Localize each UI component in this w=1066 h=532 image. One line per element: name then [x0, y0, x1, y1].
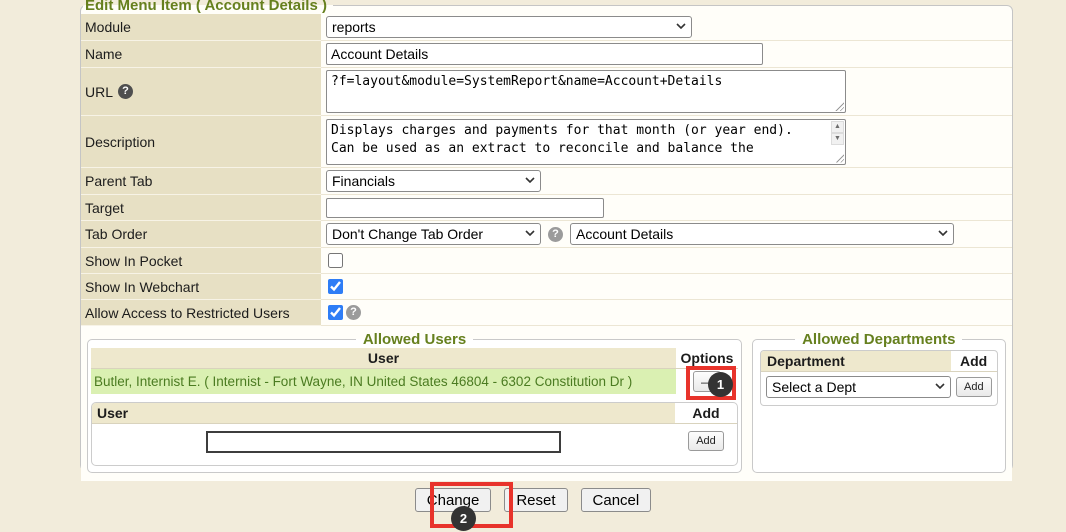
show-in-pocket-label: Show In Pocket [81, 248, 321, 274]
options-column-header: Options [676, 348, 738, 368]
change-button[interactable]: Change [415, 488, 492, 512]
description-row: Description Displays charges and payment… [81, 116, 1012, 168]
show-in-pocket-row: Show In Pocket [81, 248, 1012, 274]
allowed-user-row: Butler, Internist E. ( Internist - Fort … [91, 369, 738, 394]
show-in-webchart-label: Show In Webchart [81, 274, 321, 300]
allow-restricted-checkbox[interactable] [328, 305, 343, 320]
remove-user-button[interactable]: — [693, 371, 721, 392]
permissions-row: Allowed Users User Options Butler, Inter… [81, 326, 1012, 481]
allowed-users-legend: Allowed Users [356, 331, 473, 348]
add-department-form: Department Add Select a Dept Add [760, 350, 998, 406]
edit-menu-item-form: Edit Menu Item ( Account Details ) Modul… [80, 0, 1013, 471]
department-add-column-header: Add [951, 351, 997, 371]
target-label: Target [81, 195, 321, 221]
show-in-webchart-row: Show In Webchart [81, 274, 1012, 300]
page-title: Edit Menu Item ( Account Details ) [83, 0, 333, 14]
department-column-header: Department [761, 351, 951, 371]
add-department-button[interactable]: Add [956, 377, 992, 397]
tab-order-help-icon[interactable]: ? [548, 227, 563, 242]
description-label: Description [81, 116, 321, 168]
parent-tab-row: Parent Tab Financials [81, 168, 1012, 195]
module-row: Module reports [81, 14, 1012, 41]
name-row: Name [81, 41, 1012, 68]
description-textarea[interactable]: Displays charges and payments for that m… [326, 119, 846, 165]
add-user-button[interactable]: Add [688, 431, 724, 451]
scroll-up-icon[interactable]: ▲ [831, 121, 844, 133]
scroll-down-icon[interactable]: ▼ [831, 133, 844, 145]
action-buttons: Change Reset Cancel [0, 488, 1066, 512]
allowed-users-section: Allowed Users User Options Butler, Inter… [87, 331, 742, 473]
url-row: URL ? ?f=layout&module=SystemReport&name… [81, 68, 1012, 116]
name-input[interactable] [326, 43, 763, 65]
add-user-form: User Add Add [91, 402, 738, 466]
module-select[interactable]: reports [326, 16, 692, 38]
tab-order-row: Tab Order Don't Change Tab Order ? Accou… [81, 221, 1012, 248]
add-column-header: Add [675, 403, 737, 423]
allowed-departments-section: Allowed Departments Department Add Selec… [752, 331, 1006, 473]
target-input[interactable] [326, 198, 604, 218]
department-header: Department Add [761, 351, 997, 372]
tab-order-select[interactable]: Don't Change Tab Order [326, 223, 541, 245]
show-in-webchart-checkbox[interactable] [328, 279, 343, 294]
show-in-pocket-checkbox[interactable] [328, 253, 343, 268]
allow-restricted-label: Allow Access to Restricted Users [81, 300, 321, 326]
cancel-button[interactable]: Cancel [581, 488, 652, 512]
tab-order-item-select[interactable]: Account Details [570, 223, 954, 245]
add-user-header: User Add [92, 403, 737, 424]
module-label: Module [81, 14, 321, 41]
reset-button[interactable]: Reset [504, 488, 567, 512]
tab-order-label: Tab Order [81, 221, 321, 248]
add-user-input[interactable] [206, 431, 561, 453]
url-textarea[interactable]: ?f=layout&module=SystemReport&name=Accou… [326, 70, 846, 113]
allowed-departments-legend: Allowed Departments [795, 331, 962, 348]
allowed-user-name: Butler, Internist E. ( Internist - Fort … [91, 369, 676, 394]
add-user-column-header: User [92, 403, 675, 423]
target-row: Target [81, 195, 1012, 221]
department-select[interactable]: Select a Dept [766, 376, 951, 398]
user-column-header: User [91, 348, 676, 368]
name-label: Name [81, 41, 321, 68]
parent-tab-label: Parent Tab [81, 168, 321, 195]
page: Edit Menu Item ( Account Details ) Modul… [0, 0, 1066, 532]
url-help-icon[interactable]: ? [118, 84, 133, 99]
parent-tab-select[interactable]: Financials [326, 170, 541, 192]
allow-restricted-row: Allow Access to Restricted Users ? [81, 300, 1012, 326]
url-label: URL [85, 84, 113, 100]
allowed-users-header: User Options [91, 348, 738, 369]
allow-restricted-help-icon[interactable]: ? [346, 305, 361, 320]
